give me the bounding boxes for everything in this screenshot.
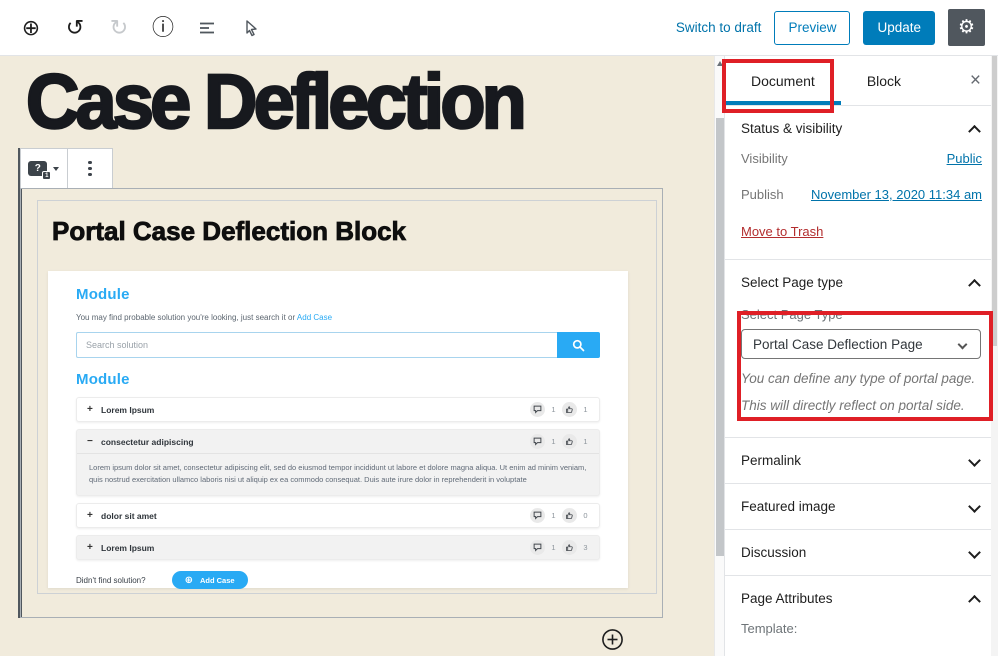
switch-to-draft-link[interactable]: Switch to draft bbox=[676, 20, 762, 35]
case-deflection-preview-panel: Module You may find probable solution yo… bbox=[48, 271, 628, 588]
preview-button[interactable]: Preview bbox=[774, 11, 850, 45]
panel-footer: Didn't find solution? ⊕ Add Case bbox=[76, 571, 600, 589]
add-case-button[interactable]: ⊕ Add Case bbox=[172, 571, 248, 589]
status-visibility-panel: Status & visibility Visibility Public Pu… bbox=[725, 106, 998, 260]
scrollbar-thumb[interactable] bbox=[716, 118, 724, 556]
discussion-header[interactable]: Discussion bbox=[725, 530, 998, 575]
case-deflection-block-icon: ? 1 bbox=[28, 161, 47, 176]
collapse-icon: − bbox=[87, 436, 101, 447]
status-visibility-header[interactable]: Status & visibility bbox=[725, 106, 998, 151]
editor-canvas: Case Deflection ? 1 Portal Case Deflecti… bbox=[0, 56, 714, 656]
accordion-list: + Lorem Ipsum 1 1 − bbox=[76, 397, 600, 560]
add-block-icon[interactable]: ⊕ bbox=[16, 13, 46, 43]
expand-icon: + bbox=[87, 542, 101, 553]
accordion-item[interactable]: + Lorem Ipsum 1 1 bbox=[76, 397, 600, 422]
kebab-menu-icon bbox=[88, 161, 92, 177]
visibility-row: Visibility Public bbox=[725, 151, 998, 166]
featured-image-panel: Featured image bbox=[725, 484, 998, 530]
canvas-scrollbar[interactable] bbox=[714, 56, 724, 656]
thumbs-up-icon bbox=[562, 402, 577, 417]
visibility-public-link[interactable]: Public bbox=[947, 151, 982, 166]
sidebar-tabs: Document Block × bbox=[725, 56, 998, 106]
block-heading: Portal Case Deflection Block bbox=[52, 216, 406, 247]
featured-image-header[interactable]: Featured image bbox=[725, 484, 998, 529]
block-appender-button[interactable] bbox=[601, 628, 624, 651]
publish-date-link[interactable]: November 13, 2020 11:34 am bbox=[811, 187, 982, 202]
add-case-link[interactable]: Add Case bbox=[297, 313, 332, 322]
publish-row: Publish November 13, 2020 11:34 am bbox=[725, 187, 998, 202]
undo-icon[interactable]: ↺ bbox=[60, 13, 90, 43]
accordion-body-text: Lorem ipsum dolor sit amet, consectetur … bbox=[77, 453, 599, 495]
chevron-down-icon bbox=[958, 339, 968, 349]
comment-icon bbox=[530, 402, 545, 417]
search-row bbox=[76, 332, 600, 358]
comment-icon bbox=[530, 434, 545, 449]
accordion-item[interactable]: + Lorem Ipsum 1 3 bbox=[76, 535, 600, 560]
module-heading-2: Module bbox=[76, 371, 600, 388]
scrollbar-up-arrow-icon[interactable] bbox=[717, 61, 723, 66]
gear-icon: ⚙ bbox=[958, 16, 975, 39]
block-type-button[interactable]: ? 1 bbox=[21, 149, 67, 188]
chevron-down-icon bbox=[968, 500, 981, 513]
search-button[interactable] bbox=[557, 332, 600, 358]
thumbs-up-icon bbox=[562, 540, 577, 555]
page-type-select[interactable]: Portal Case Deflection Page bbox=[741, 329, 981, 359]
settings-sidebar: Document Block × Status & visibility Vis… bbox=[724, 56, 998, 656]
chevron-up-icon bbox=[968, 125, 981, 138]
block-switcher-caret-icon bbox=[53, 167, 59, 171]
tab-document[interactable]: Document bbox=[725, 56, 841, 105]
discussion-panel: Discussion bbox=[725, 530, 998, 576]
didnt-find-label: Didn't find solution? bbox=[76, 576, 146, 585]
permalink-panel: Permalink bbox=[725, 438, 998, 484]
info-icon[interactable]: ⓘ bbox=[148, 13, 178, 43]
sidebar-scrollbar[interactable] bbox=[991, 56, 998, 656]
page-title[interactable]: Case Deflection bbox=[26, 58, 523, 147]
toolbar-left-group: ⊕ ↺ ↻ ⓘ bbox=[0, 13, 266, 43]
thumbs-up-icon bbox=[562, 434, 577, 449]
tab-block[interactable]: Block bbox=[841, 56, 927, 105]
permalink-header[interactable]: Permalink bbox=[725, 438, 998, 483]
accordion-item[interactable]: + dolor sit amet 1 0 bbox=[76, 503, 600, 528]
page-attributes-header[interactable]: Page Attributes bbox=[725, 576, 998, 621]
block-toolbar: ? 1 bbox=[20, 148, 113, 189]
sidebar-scrollbar-thumb[interactable] bbox=[992, 56, 997, 346]
comment-icon bbox=[530, 508, 545, 523]
move-to-trash-link[interactable]: Move to Trash bbox=[741, 224, 823, 239]
thumbs-up-icon bbox=[562, 508, 577, 523]
module-description: You may find probable solution you're lo… bbox=[76, 313, 600, 322]
chevron-up-icon bbox=[968, 595, 981, 608]
page-type-label: Select Page Type bbox=[741, 307, 982, 322]
expand-icon: + bbox=[87, 404, 101, 415]
toolbar-right-group: Switch to draft Preview Update ⚙ bbox=[676, 9, 998, 46]
accordion-item-expanded[interactable]: − consectetur adipiscing 1 1 Lorem ipsum… bbox=[76, 429, 600, 496]
template-label: Template: bbox=[725, 621, 998, 650]
comment-icon bbox=[530, 540, 545, 555]
plus-circle-icon: ⊕ bbox=[185, 575, 193, 586]
select-page-type-panel: Select Page type Select Page Type Portal… bbox=[725, 260, 998, 438]
chevron-down-icon bbox=[968, 454, 981, 467]
expand-icon: + bbox=[87, 510, 101, 521]
page-type-help-text: You can define any type of portal page. … bbox=[741, 365, 982, 419]
module-heading-1: Module bbox=[76, 286, 600, 303]
search-icon bbox=[572, 339, 585, 352]
list-view-icon[interactable] bbox=[192, 13, 222, 43]
page-attributes-panel: Page Attributes Template: bbox=[725, 576, 998, 650]
redo-icon: ↻ bbox=[104, 13, 134, 43]
select-tool-icon[interactable] bbox=[236, 13, 266, 43]
editor-top-toolbar: ⊕ ↺ ↻ ⓘ Switch to draft Preview Update ⚙ bbox=[0, 0, 998, 56]
chevron-down-icon bbox=[968, 546, 981, 559]
select-page-type-header[interactable]: Select Page type bbox=[725, 260, 998, 305]
search-input[interactable] bbox=[76, 332, 557, 358]
settings-gear-button[interactable]: ⚙ bbox=[948, 9, 985, 46]
block-options-button[interactable] bbox=[67, 149, 113, 188]
chevron-up-icon bbox=[968, 279, 981, 292]
update-button[interactable]: Update bbox=[863, 11, 935, 45]
